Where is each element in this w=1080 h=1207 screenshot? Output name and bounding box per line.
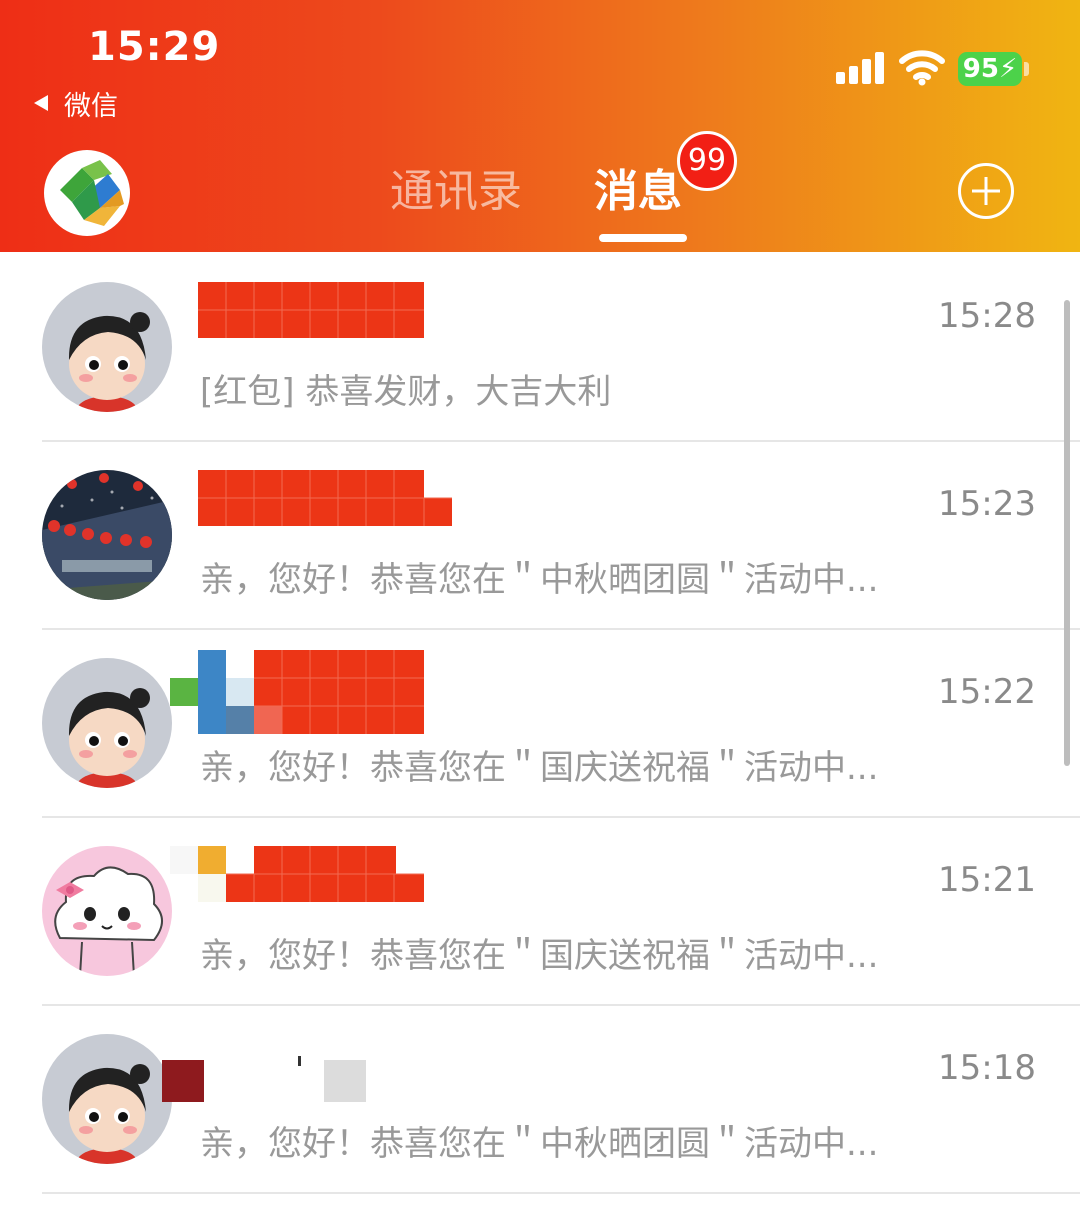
unread-badge: 99 [677, 131, 737, 191]
top-bar: 15:29 微信 95⚡ 通讯录 消息 99 [0, 0, 1080, 252]
message-time: 15:23 [938, 484, 1036, 524]
contact-name-redacted [198, 470, 468, 534]
cellular-signal-icon [836, 52, 886, 84]
back-app-label: 微信 [64, 90, 118, 122]
active-tab-indicator [599, 234, 687, 242]
message-preview: [红包] 恭喜发财，大吉大利 [200, 372, 612, 412]
message-time: 15:18 [938, 1048, 1036, 1088]
message-preview: 亲，您好！恭喜您在＂中秋晒团圆＂活动中... [200, 560, 879, 600]
avatar [42, 846, 172, 976]
tab-messages[interactable]: 消息 [594, 162, 682, 222]
avatar [42, 658, 172, 788]
avatar [42, 282, 172, 412]
conversation-row[interactable]: 15:21 亲，您好！恭喜您在＂国庆送祝福＂活动中... [42, 818, 1080, 1006]
contact-name-redacted [170, 846, 470, 910]
contact-name-redacted [198, 282, 468, 346]
avatar [42, 1034, 172, 1164]
contact-name-redacted [170, 650, 470, 744]
message-time: 15:22 [938, 672, 1036, 712]
message-time: 15:28 [938, 296, 1036, 336]
conversation-row[interactable]: 15:28 [红包] 恭喜发财，大吉大利 [42, 254, 1080, 442]
message-preview: 亲，您好！恭喜您在＂中秋晒团圆＂活动中... [200, 1124, 879, 1164]
status-time: 15:29 [88, 24, 221, 70]
battery-indicator: 95⚡ [958, 52, 1022, 86]
logo-graphic [60, 160, 124, 226]
back-to-app-button[interactable]: 微信 [34, 86, 118, 122]
conversation-row[interactable]: 15:18 亲，您好！恭喜您在＂中秋晒团圆＂活动中... [42, 1006, 1080, 1194]
conversation-list: 15:28 [红包] 恭喜发财，大吉大利 15:23 亲，您好！恭喜您在＂中秋晒… [0, 254, 1080, 1194]
wifi-icon [899, 50, 945, 86]
battery-cap [1024, 62, 1029, 76]
avatar [42, 470, 172, 600]
message-time: 15:21 [938, 860, 1036, 900]
conversation-row[interactable]: 15:23 亲，您好！恭喜您在＂中秋晒团圆＂活动中... [42, 442, 1080, 630]
contact-name-redacted [162, 1056, 382, 1110]
tab-contacts[interactable]: 通讯录 [390, 162, 522, 222]
add-button[interactable] [958, 163, 1014, 219]
app-logo-icon[interactable] [44, 150, 130, 236]
message-preview: 亲，您好！恭喜您在＂国庆送祝福＂活动中... [200, 936, 879, 976]
back-triangle-icon [34, 95, 48, 111]
scrollbar[interactable] [1064, 300, 1070, 766]
conversation-row[interactable]: 15:22 亲，您好！恭喜您在＂国庆送祝福＂活动中... [42, 630, 1080, 818]
message-preview: 亲，您好！恭喜您在＂国庆送祝福＂活动中... [200, 748, 879, 788]
